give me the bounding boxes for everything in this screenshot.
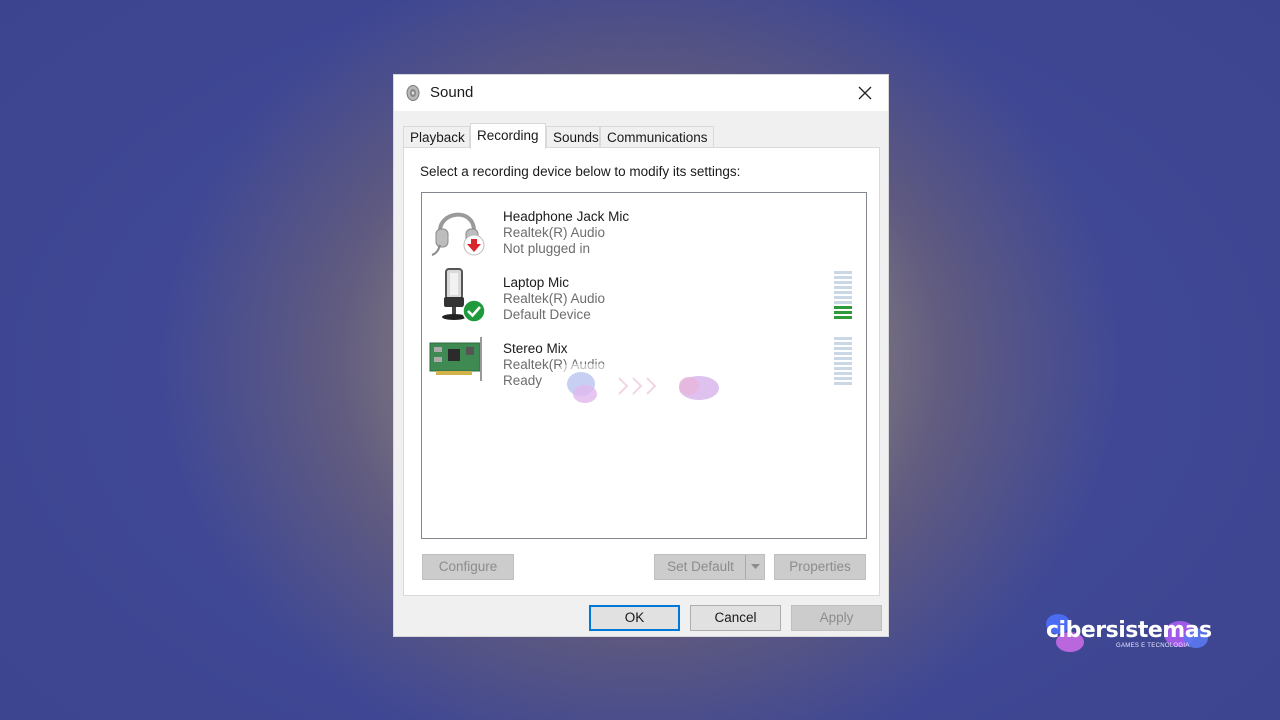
level-meter-bar	[834, 357, 852, 360]
level-meter-bar	[834, 382, 852, 385]
level-meter-bar	[834, 281, 852, 284]
level-meter-bar	[834, 337, 852, 340]
level-meter-bar	[834, 372, 852, 375]
device-driver: Realtek(R) Audio	[503, 225, 606, 240]
level-meter-bar	[834, 306, 852, 309]
device-driver: Realtek(R) Audio	[503, 291, 606, 306]
set-default-dropdown[interactable]	[745, 555, 764, 579]
cibersistemas-logo: cibersistemas GAMES E TECNOLOGIA	[1040, 610, 1212, 660]
properties-button[interactable]: Properties	[774, 554, 866, 580]
device-name: Headphone Jack Mic	[503, 209, 630, 224]
level-meter-bar	[834, 271, 852, 274]
tab-recording[interactable]: Recording	[470, 123, 546, 149]
watermark-graphic	[567, 372, 719, 403]
level-meter-bar	[834, 311, 852, 314]
tab-playback[interactable]: Playback	[403, 126, 470, 148]
device-item-laptop-mic[interactable]: Laptop Mic Realtek(R) Audio Default Devi…	[422, 263, 866, 325]
device-status: Ready	[503, 373, 543, 388]
close-icon	[858, 86, 872, 100]
configure-button[interactable]: Configure	[422, 554, 514, 580]
device-name: Stereo Mix	[503, 341, 568, 356]
chevron-down-icon	[750, 564, 760, 569]
level-meter-bar	[834, 276, 852, 279]
title-bar[interactable]: Sound	[394, 75, 888, 111]
level-meter-bar	[834, 377, 852, 380]
headset-icon	[431, 212, 485, 256]
apply-button[interactable]: Apply	[791, 605, 882, 631]
sound-card-icon	[429, 337, 482, 381]
window-title: Sound	[430, 84, 474, 101]
level-meter	[834, 337, 852, 387]
watermark-overlay	[549, 364, 731, 408]
level-meter-bar	[834, 342, 852, 345]
level-meter-bar	[834, 301, 852, 304]
microphone-icon	[442, 268, 486, 323]
instruction-text: Select a recording device below to modif…	[420, 164, 741, 179]
level-meter-bar	[834, 367, 852, 370]
level-meter-bar	[834, 316, 852, 319]
tab-communications[interactable]: Communications	[600, 126, 714, 148]
device-status: Default Device	[503, 307, 591, 322]
level-meter-bar	[834, 347, 852, 350]
level-meter-bar	[834, 291, 852, 294]
sound-dialog: Sound Playback Recording Sounds Communic…	[393, 74, 889, 637]
close-button[interactable]	[842, 75, 888, 111]
device-status: Not plugged in	[503, 241, 591, 256]
ok-button[interactable]: OK	[589, 605, 680, 631]
level-meter-bar	[834, 362, 852, 365]
cancel-button[interactable]: Cancel	[690, 605, 781, 631]
level-meter-bar	[834, 352, 852, 355]
tab-sounds[interactable]: Sounds	[546, 126, 600, 148]
level-meter-bar	[834, 296, 852, 299]
level-meter	[834, 271, 852, 321]
level-meter-bar	[834, 286, 852, 289]
green-check-icon	[462, 299, 486, 323]
device-item-headphone-jack-mic[interactable]: Headphone Jack Mic Realtek(R) Audio Not …	[422, 197, 866, 259]
set-default-label: Set Default	[667, 559, 734, 574]
logo-subtitle: GAMES E TECNOLOGIA	[1116, 643, 1190, 649]
device-name: Laptop Mic	[503, 275, 570, 290]
logo-text: cibersistemas	[1046, 618, 1212, 643]
speaker-icon	[406, 85, 420, 101]
set-default-button[interactable]: Set Default	[654, 554, 765, 580]
